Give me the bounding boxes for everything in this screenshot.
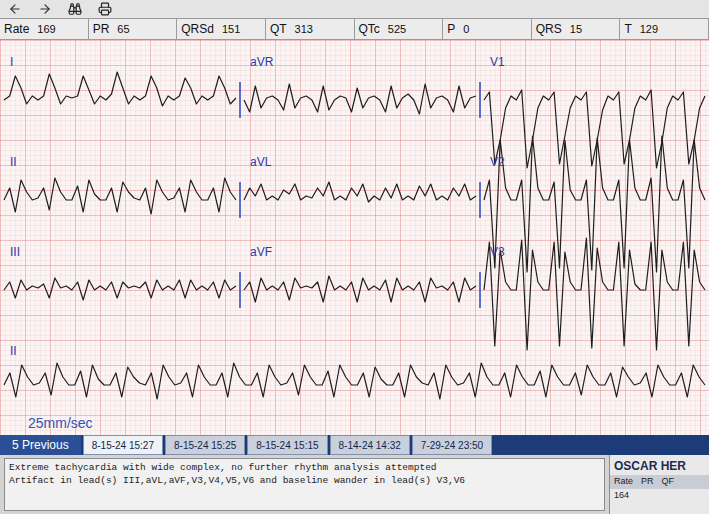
ecg-lead: I (4, 55, 236, 106)
patient-panel: OSCAR HERRate PR QF 164 (609, 455, 709, 514)
measurement-cell: QRSd 151 (177, 19, 266, 39)
lead-label: II (10, 344, 17, 358)
lead-marker (479, 182, 481, 218)
interpretation-line: Extreme tachycardia with wide complex, n… (9, 461, 600, 474)
ecg-trace (484, 238, 705, 350)
patient-column: QF (662, 475, 675, 489)
lead-label: V2 (490, 155, 505, 169)
rhythm-strip: II (4, 344, 705, 399)
toolbar (0, 0, 709, 18)
ecg-trace (484, 136, 705, 272)
history-bar: 5 Previous8-15-24 15:278-15-24 15:258-15… (0, 435, 709, 455)
forward-arrow-icon[interactable] (38, 2, 52, 16)
lead-label: aVF (250, 245, 272, 259)
measurement-label: QTc (359, 20, 380, 38)
binoculars-icon[interactable] (68, 2, 82, 16)
measurement-value: 525 (388, 21, 406, 38)
lead-label: III (10, 245, 20, 259)
patient-table-row: 164 (610, 489, 709, 503)
measurement-value: 15 (570, 21, 582, 38)
history-tab[interactable]: 8-14-24 14:32 (330, 435, 410, 455)
bottom-panel: Extreme tachycardia with wide complex, n… (0, 455, 709, 514)
measurement-label: PR (93, 20, 110, 38)
measurement-cell: QT 313 (266, 19, 355, 39)
measurement-cell: T 129 (620, 19, 709, 39)
ecg-grid (0, 40, 709, 435)
ecg-lead: aVF (240, 245, 476, 308)
measurement-cell: Rate 169 (0, 19, 89, 39)
ecg-trace (244, 276, 476, 302)
lead-marker (479, 82, 481, 118)
lead-marker (239, 272, 241, 308)
chart-area: IaVR V1 II aVL V2 III aVF V3 II 25mm/sec (0, 40, 709, 435)
ecg-trace (244, 84, 476, 114)
lead-label: I (10, 55, 13, 69)
measurement-value: 0 (463, 21, 469, 38)
lead-label: II (10, 155, 17, 169)
ecg-lead: II (4, 155, 236, 214)
interpretation-line: Artifact in lead(s) III,aVL,aVF,V3,V4,V5… (9, 474, 600, 487)
lead-label: aVR (250, 55, 274, 69)
measurement-label: Rate (4, 20, 29, 38)
ecg-lead: V3 (480, 238, 705, 350)
lead-marker (239, 182, 241, 218)
interpretation-box: Extreme tachycardia with wide complex, n… (4, 458, 605, 511)
measurement-value: 313 (295, 21, 313, 38)
measurement-value: 65 (117, 21, 129, 38)
ecg-lead: aVR (240, 55, 476, 118)
ecg-lead: V2 (480, 136, 705, 272)
history-tab[interactable]: 8-15-24 15:15 (247, 435, 327, 455)
measurement-cell: QTc 525 (355, 19, 444, 39)
measurement-cell: P0 (443, 19, 532, 39)
ecg-trace (4, 72, 236, 106)
ecg-trace (4, 363, 705, 399)
measurement-label: P (447, 20, 455, 38)
patient-column: PR (641, 475, 654, 489)
ecg-chart: IaVR V1 II aVL V2 III aVF V3 II 25mm/sec (0, 40, 709, 435)
history-tab[interactable]: 8-15-24 15:27 (83, 435, 163, 455)
patient-column: Rate (614, 475, 633, 489)
ecg-viewer: Rate169PR65QRSd151QT313QTc525P0QRS15T129… (0, 0, 709, 514)
patient-value: 164 (614, 489, 629, 503)
speed-label: 25mm/sec (28, 415, 93, 431)
measurement-label: QRSd (181, 20, 214, 38)
measurement-label: QRS (536, 20, 562, 38)
lead-label: V1 (490, 55, 505, 69)
measurement-cell: PR 65 (89, 19, 178, 39)
measurement-label: QT (270, 20, 287, 38)
measurement-value: 169 (37, 21, 55, 38)
ecg-trace (244, 182, 476, 202)
patient-table-header: Rate PR QF (610, 475, 709, 489)
lead-marker (479, 272, 481, 308)
measurement-cell: QRS 15 (532, 19, 621, 39)
back-arrow-icon[interactable] (8, 2, 22, 16)
history-tab[interactable]: 7-29-24 23:50 (412, 435, 492, 455)
ecg-trace (484, 90, 705, 168)
ecg-lead: III (4, 245, 236, 300)
measurement-value: 151 (222, 21, 240, 38)
lead-label: V3 (490, 245, 505, 259)
patient-name: OSCAR HER (610, 455, 709, 475)
measurement-bar: Rate169PR65QRSd151QT313QTc525P0QRS15T129 (0, 18, 709, 40)
ecg-lead: aVL (240, 155, 476, 218)
measurement-label: T (624, 20, 631, 38)
ecg-trace (4, 278, 236, 300)
measurement-value: 129 (640, 21, 658, 38)
ecg-trace (4, 178, 236, 214)
previous-label[interactable]: 5 Previous (0, 435, 81, 455)
lead-marker (239, 82, 241, 118)
lead-label: aVL (250, 155, 272, 169)
ecg-lead: V1 (480, 55, 705, 168)
printer-icon[interactable] (98, 2, 112, 16)
history-tab[interactable]: 8-15-24 15:25 (165, 435, 245, 455)
